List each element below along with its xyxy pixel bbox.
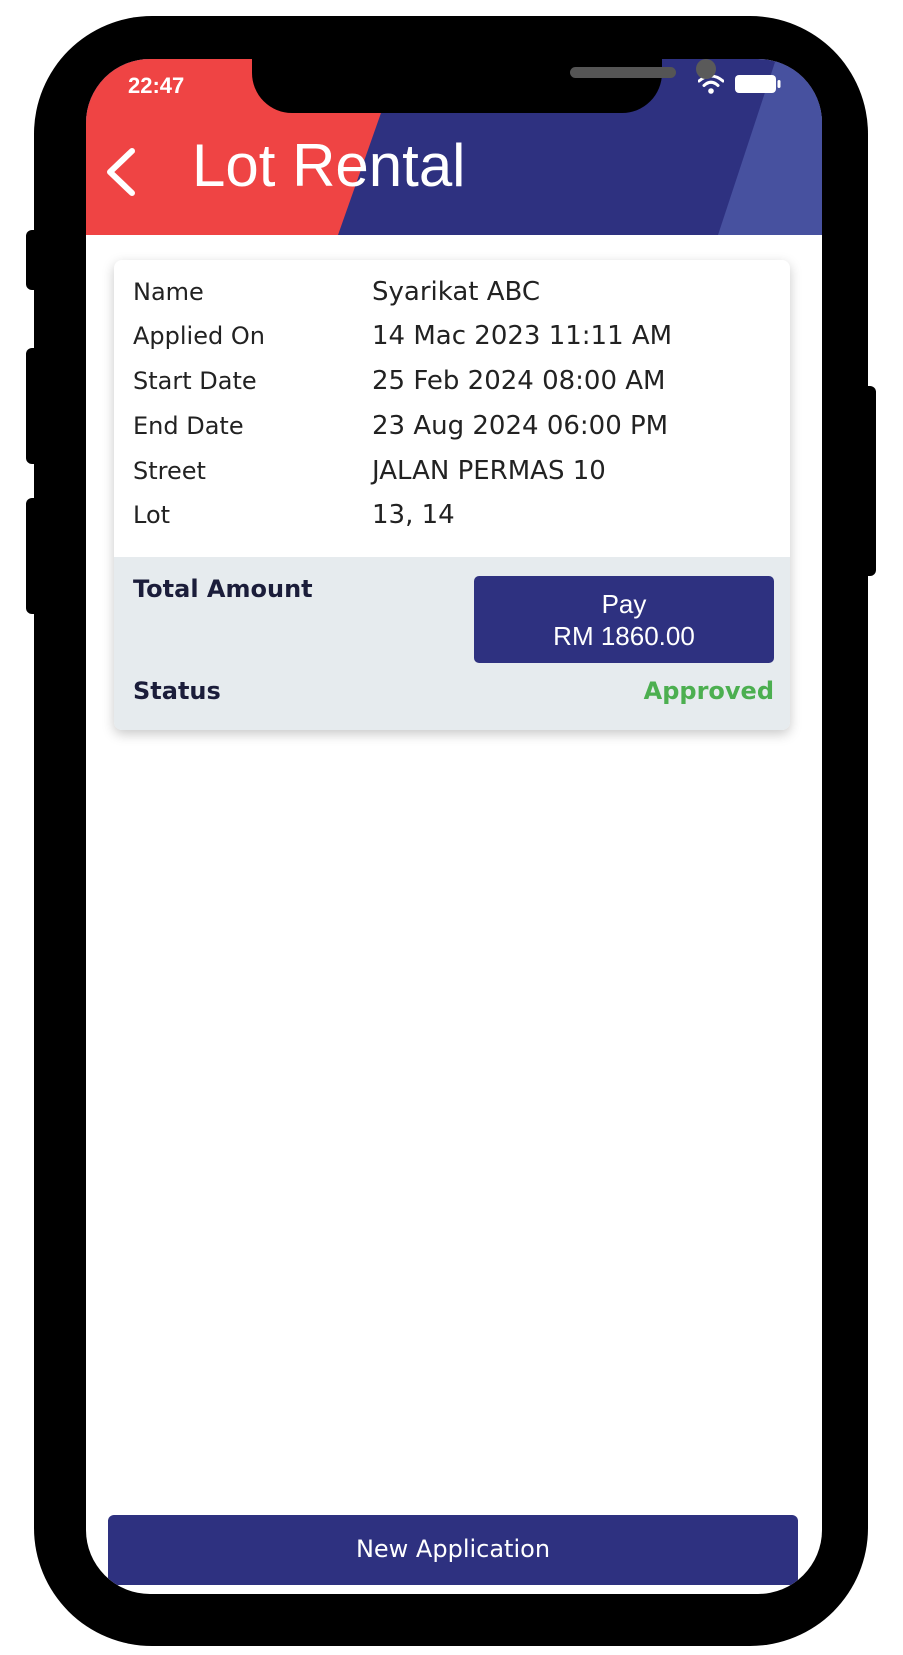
detail-row-applied-on: Applied On 14 Mac 2023 11:11 AM	[114, 316, 790, 356]
status-badge: Approved	[643, 677, 774, 705]
page-title: Lot Rental	[192, 132, 466, 199]
detail-row-start-date: Start Date 25 Feb 2024 08:00 AM	[114, 361, 790, 401]
detail-label: Start Date	[133, 367, 257, 395]
total-amount-label: Total Amount	[133, 575, 313, 603]
detail-label: Street	[133, 457, 206, 485]
pay-button[interactable]: Pay RM 1860.00	[474, 576, 774, 663]
status-label: Status	[133, 677, 221, 705]
detail-row-street: Street JALAN PERMAS 10	[114, 451, 790, 491]
pay-amount: RM 1860.00	[553, 621, 695, 651]
app-header: 22:47 Lot Rental	[86, 59, 822, 235]
volume-up-button	[26, 348, 42, 464]
notch	[252, 59, 716, 113]
status-time: 22:47	[128, 73, 185, 98]
front-camera	[696, 59, 716, 79]
detail-value: 23 Aug 2024 06:00 PM	[372, 411, 669, 441]
pay-button-label: Pay	[601, 589, 647, 619]
detail-value: Syarikat ABC	[372, 277, 541, 307]
battery-icon	[735, 75, 781, 93]
detail-label: Name	[133, 278, 204, 306]
detail-label: Lot	[133, 501, 171, 529]
rental-card: Name Syarikat ABC Applied On 14 Mac 2023…	[114, 260, 790, 730]
detail-row-end-date: End Date 23 Aug 2024 06:00 PM	[114, 406, 790, 446]
volume-down-button	[26, 498, 42, 614]
detail-value: 14 Mac 2023 11:11 AM	[372, 321, 673, 351]
detail-label: Applied On	[133, 322, 265, 350]
speaker-grille	[570, 67, 676, 78]
detail-value: JALAN PERMAS 10	[372, 456, 606, 486]
detail-value: 25 Feb 2024 08:00 AM	[372, 366, 666, 396]
detail-value: 13, 14	[372, 500, 455, 530]
detail-row-name: Name Syarikat ABC	[114, 272, 790, 312]
mute-switch	[26, 230, 42, 290]
new-application-button[interactable]: New Application	[108, 1515, 798, 1585]
power-button	[860, 386, 876, 576]
back-icon[interactable]	[104, 147, 136, 197]
detail-label: End Date	[133, 412, 244, 440]
detail-row-lot: Lot 13, 14	[114, 495, 790, 535]
card-footer: Total Amount Pay RM 1860.00 Status Appro…	[114, 557, 790, 730]
phone-screen: 22:47 Lot Rental Name Syarikat ABC Appli…	[86, 59, 822, 1594]
